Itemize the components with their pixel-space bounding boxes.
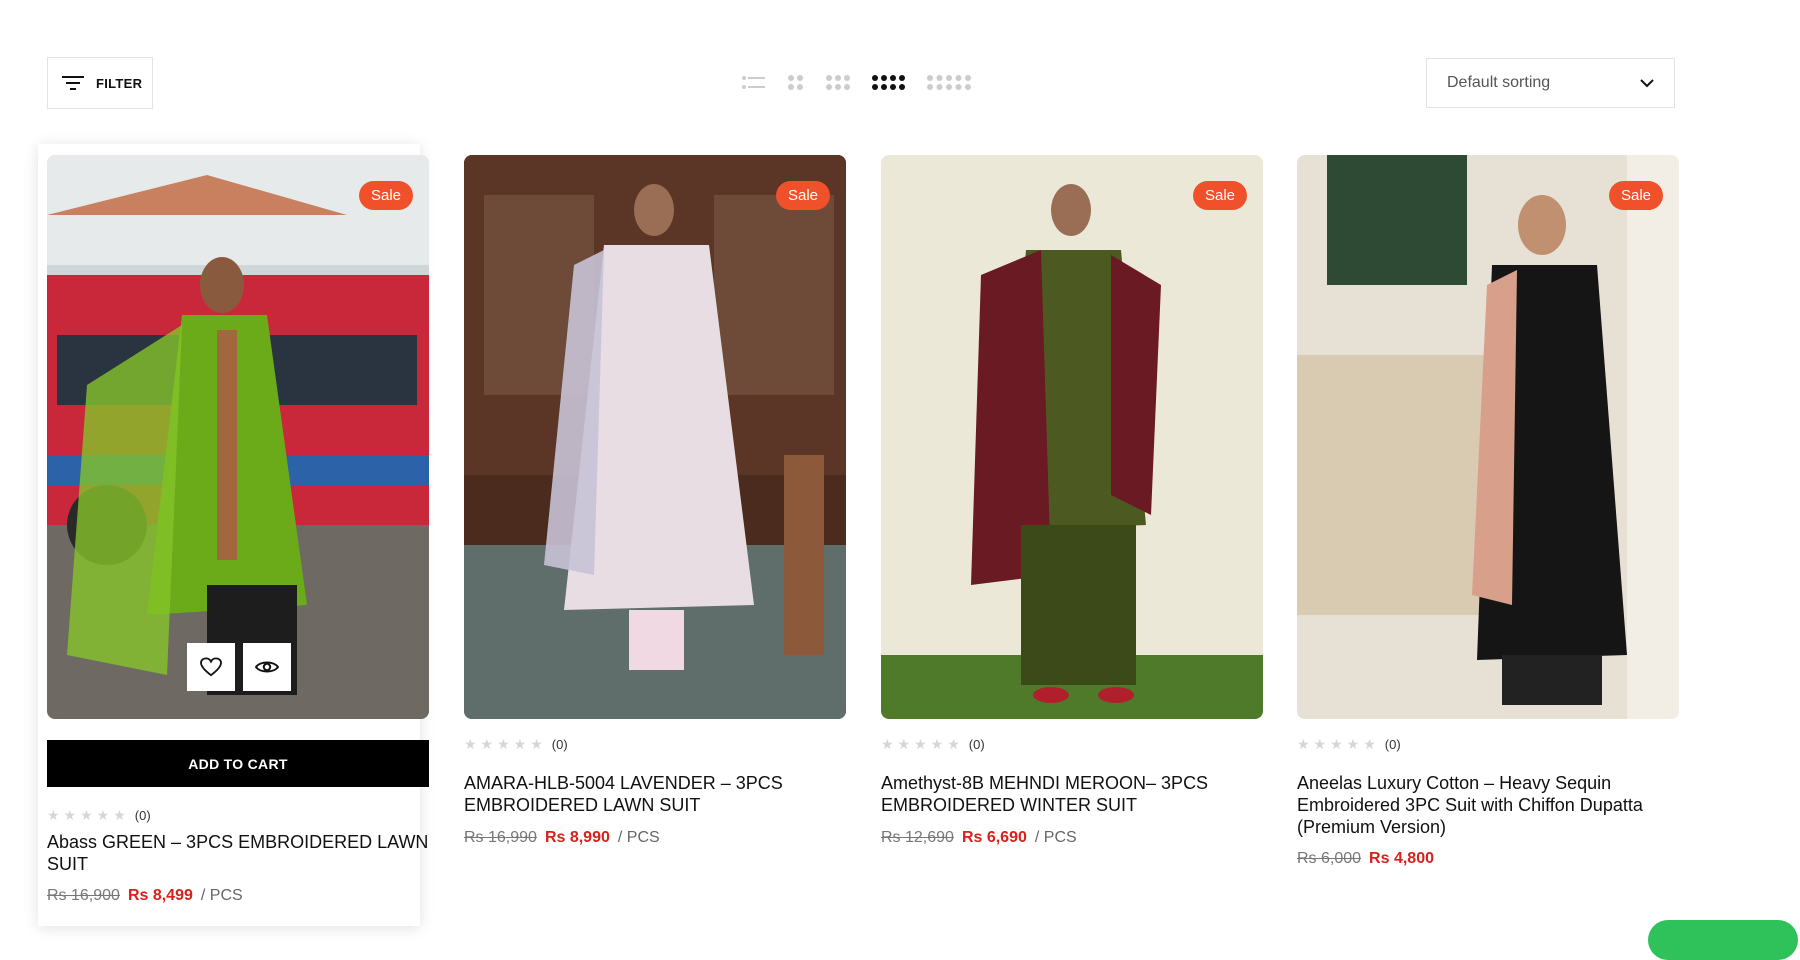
product-price: Rs 6,000 Rs 4,800 (1297, 850, 1434, 868)
rating-count: (0) (551, 737, 568, 752)
product-rating: ★★★★★ (0) (881, 736, 985, 753)
sale-badge: Sale (358, 181, 413, 210)
eye-icon (255, 661, 279, 673)
rating-count: (0) (134, 808, 151, 823)
star-icons: ★★★★★ (881, 736, 964, 752)
product-rating: ★★★★★ (0) (464, 736, 568, 753)
filter-icon (62, 76, 84, 90)
star-icons: ★★★★★ (1297, 736, 1380, 752)
quick-view-button[interactable] (243, 643, 291, 691)
list-view-icon[interactable] (742, 75, 766, 91)
product-card[interactable]: Sale ★★★★★ (0) AMARA-HLB-5004 LAVENDER –… (464, 144, 846, 864)
product-rating: ★★★★★ (0) (1297, 736, 1401, 753)
old-price: Rs 6,000 (1297, 850, 1362, 867)
product-title[interactable]: Abass GREEN – 3PCS EMBROIDERED LAWN SUIT (47, 831, 429, 875)
grid-5-icon[interactable] (927, 75, 971, 91)
product-title[interactable]: Amethyst-8B MEHNDI MEROON– 3PCS EMBROIDE… (881, 772, 1263, 816)
product-price: Rs 16,990 Rs 8,990 / PCS (464, 829, 660, 847)
rating-count: (0) (1384, 737, 1401, 752)
product-price: Rs 12,690 Rs 6,690 / PCS (881, 829, 1077, 847)
product-image[interactable]: Sale (881, 155, 1263, 719)
chevron-down-icon (1640, 79, 1654, 88)
product-image[interactable]: Sale (464, 155, 846, 719)
rating-count: (0) (968, 737, 985, 752)
add-to-cart-button[interactable]: ADD TO CART (47, 740, 429, 787)
view-switcher (742, 70, 971, 96)
sort-value: Default sorting (1447, 74, 1551, 91)
product-image[interactable]: Sale (47, 155, 429, 719)
star-icons: ★★★★★ (47, 807, 130, 823)
old-price: Rs 16,990 (464, 829, 537, 846)
shop-toolbar: FILTER Default sorting (0, 0, 1800, 110)
sale-price: Rs 8,990 (544, 829, 610, 846)
hover-actions (187, 643, 291, 691)
filter-label: FILTER (96, 75, 143, 91)
sale-price: Rs 6,690 (961, 829, 1027, 846)
chat-widget-button[interactable] (1648, 920, 1798, 960)
product-card[interactable]: Sale ★★★★★ (0) Aneelas Luxury Cotton – H… (1297, 144, 1679, 884)
product-card[interactable]: Sale ADD TO CART ★★★★★ (0) Abass GREEN –… (38, 144, 429, 926)
sale-price: Rs 8,499 (127, 887, 193, 904)
product-card[interactable]: Sale ★★★★★ (0) Amethyst-8B MEHNDI MEROON… (881, 144, 1263, 864)
old-price: Rs 12,690 (881, 829, 954, 846)
product-price: Rs 16,900 Rs 8,499 / PCS (47, 887, 243, 905)
grid-3-icon[interactable] (826, 75, 850, 91)
product-title[interactable]: AMARA-HLB-5004 LAVENDER – 3PCS EMBROIDER… (464, 772, 846, 816)
old-price: Rs 16,900 (47, 887, 120, 904)
sale-badge: Sale (1608, 181, 1663, 210)
star-icons: ★★★★★ (464, 736, 547, 752)
price-unit: / PCS (1034, 829, 1077, 846)
heart-icon (200, 657, 222, 677)
sale-badge: Sale (775, 181, 830, 210)
product-title[interactable]: Aneelas Luxury Cotton – Heavy Sequin Emb… (1297, 772, 1679, 838)
grid-2-icon[interactable] (788, 75, 804, 91)
sale-price: Rs 4,800 (1369, 850, 1434, 867)
sort-select[interactable]: Default sorting (1426, 58, 1675, 108)
grid-4-icon[interactable] (872, 75, 905, 91)
wishlist-button[interactable] (187, 643, 235, 691)
product-rating: ★★★★★ (0) (47, 807, 151, 824)
price-unit: / PCS (200, 887, 243, 904)
product-image[interactable]: Sale (1297, 155, 1679, 719)
price-unit: / PCS (617, 829, 660, 846)
sale-badge: Sale (1192, 181, 1247, 210)
filter-button[interactable]: FILTER (47, 57, 153, 109)
